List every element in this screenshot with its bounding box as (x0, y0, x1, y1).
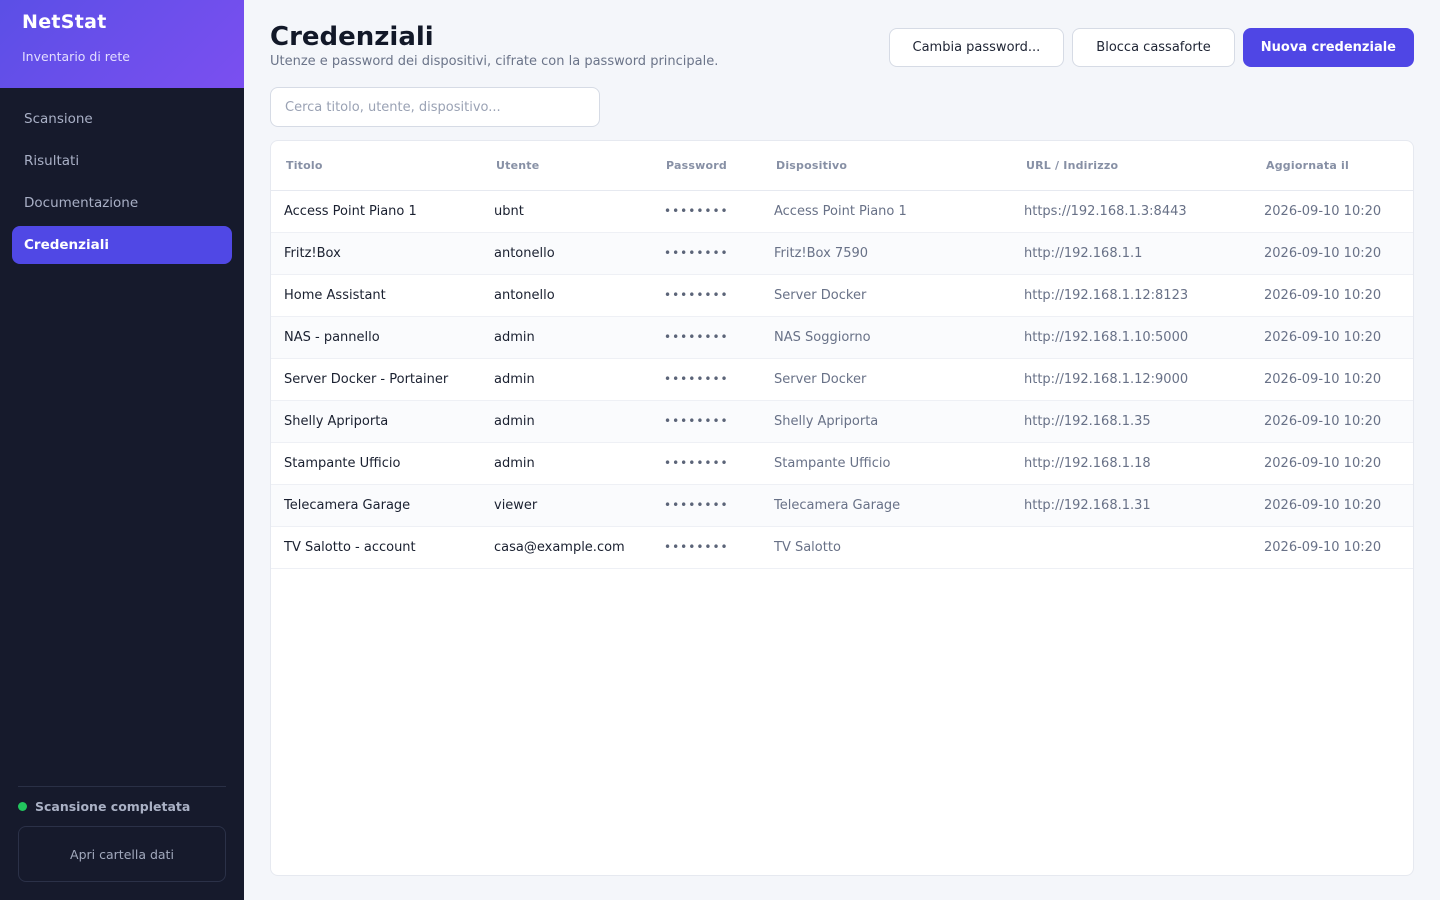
cell-device: NAS Soggiorno (761, 316, 1011, 359)
table-header-row: Titolo Utente Password Dispositivo URL /… (271, 141, 1413, 191)
lock-vault-button[interactable]: Blocca cassaforte (1072, 28, 1235, 67)
cell-password: •••••••• (651, 358, 761, 401)
cell-password: •••••••• (651, 190, 761, 233)
cell-updated: 2026-09-10 10:20 (1251, 232, 1413, 275)
cell-url: https://192.168.1.3:8443 (1011, 190, 1251, 233)
cell-updated: 2026-09-10 10:20 (1251, 442, 1413, 485)
cell-password: •••••••• (651, 316, 761, 359)
cell-title: Telecamera Garage (271, 484, 481, 527)
cell-user: casa@example.com (481, 526, 651, 569)
cell-url: http://192.168.1.12:8123 (1011, 274, 1251, 317)
credentials-table-card: Titolo Utente Password Dispositivo URL /… (270, 140, 1414, 876)
cell-updated: 2026-09-10 10:20 (1251, 316, 1413, 359)
column-header-title[interactable]: Titolo (271, 141, 481, 191)
cell-user: admin (481, 442, 651, 485)
cell-url: http://192.168.1.31 (1011, 484, 1251, 527)
table-row[interactable]: Shelly Apriporta admin •••••••• Shelly Apri… (271, 400, 1413, 443)
sidebar-item-scansione[interactable]: Scansione (12, 100, 232, 138)
cell-device: Server Docker (761, 358, 1011, 401)
cell-title: Access Point Piano 1 (271, 190, 481, 233)
cell-password: •••••••• (651, 484, 761, 527)
cell-url: http://192.168.1.35 (1011, 400, 1251, 443)
sidebar-divider (18, 786, 226, 787)
app-title: NetStat (22, 11, 107, 33)
cell-device: Fritz!Box 7590 (761, 232, 1011, 275)
cell-title: Shelly Apriporta (271, 400, 481, 443)
cell-password: •••••••• (651, 274, 761, 317)
cell-password: •••••••• (651, 232, 761, 275)
cell-url: http://192.168.1.10:5000 (1011, 316, 1251, 359)
cell-password: •••••••• (651, 442, 761, 485)
table-row[interactable]: Telecamera Garage viewer •••••••• Telecamer… (271, 484, 1413, 527)
cell-url: http://192.168.1.1 (1011, 232, 1251, 275)
page-header: Credenziali Utenze e password dei dispos… (270, 22, 1414, 69)
cell-device: Server Docker (761, 274, 1011, 317)
cell-url: http://192.168.1.12:9000 (1011, 358, 1251, 401)
cell-user: admin (481, 316, 651, 359)
column-header-device[interactable]: Dispositivo (761, 141, 1011, 191)
status-dot-icon (18, 802, 27, 811)
app-window: NetStat Inventario di rete Scansione Ris… (0, 0, 1440, 900)
app-subtitle: Inventario di rete (22, 49, 130, 64)
cell-title: Stampante Ufficio (271, 442, 481, 485)
cell-updated: 2026-09-10 10:20 (1251, 358, 1413, 401)
cell-url (1011, 526, 1251, 569)
column-header-password[interactable]: Password (651, 141, 761, 191)
cell-title: Fritz!Box (271, 232, 481, 275)
main-content: Credenziali Utenze e password dei dispos… (244, 0, 1440, 900)
sidebar-nav: Scansione Risultati Documentazione Crede… (0, 88, 244, 268)
page-heading: Credenziali Utenze e password dei dispos… (270, 22, 718, 69)
cell-device: Stampante Ufficio (761, 442, 1011, 485)
cell-device: Access Point Piano 1 (761, 190, 1011, 233)
sidebar-item-credenziali[interactable]: Credenziali (12, 226, 232, 264)
table-row[interactable]: Fritz!Box antonello •••••••• Fritz!Box 7590… (271, 232, 1413, 275)
cell-device: Shelly Apriporta (761, 400, 1011, 443)
cell-user: viewer (481, 484, 651, 527)
cell-user: admin (481, 400, 651, 443)
table-row[interactable]: Stampante Ufficio admin •••••••• Stampante … (271, 442, 1413, 485)
column-header-user[interactable]: Utente (481, 141, 651, 191)
column-header-url[interactable]: URL / Indirizzo (1011, 141, 1251, 191)
table-row[interactable]: Server Docker - Portainer admin •••••••• Se… (271, 358, 1413, 401)
page-title: Credenziali (270, 22, 434, 52)
cell-password: •••••••• (651, 526, 761, 569)
cell-user: admin (481, 358, 651, 401)
cell-title: TV Salotto - account (271, 526, 481, 569)
table-row[interactable]: Access Point Piano 1 ubnt •••••••• Access P… (271, 190, 1413, 233)
scan-status: Scansione completata (18, 799, 226, 814)
cell-updated: 2026-09-10 10:20 (1251, 190, 1413, 233)
cell-password: •••••••• (651, 400, 761, 443)
table-row[interactable]: Home Assistant antonello •••••••• Server Do… (271, 274, 1413, 317)
change-password-button[interactable]: Cambia password... (888, 28, 1065, 67)
table-row[interactable]: NAS - pannello admin •••••••• NAS Soggiorno… (271, 316, 1413, 359)
sidebar-footer: Scansione completata Apri cartella dati (0, 786, 244, 900)
cell-updated: 2026-09-10 10:20 (1251, 400, 1413, 443)
cell-title: Server Docker - Portainer (271, 358, 481, 401)
table-row[interactable]: TV Salotto - account casa@example.com ••••… (271, 526, 1413, 569)
page-subtitle: Utenze e password dei dispositivi, cifra… (270, 54, 719, 69)
cell-user: ubnt (481, 190, 651, 233)
sidebar: NetStat Inventario di rete Scansione Ris… (0, 0, 244, 900)
search-input[interactable] (270, 87, 600, 127)
cell-device: Telecamera Garage (761, 484, 1011, 527)
sidebar-item-risultati[interactable]: Risultati (12, 142, 232, 180)
credentials-table: Titolo Utente Password Dispositivo URL /… (271, 141, 1413, 569)
cell-user: antonello (481, 232, 651, 275)
column-header-updated[interactable]: Aggiornata il (1251, 141, 1413, 191)
cell-title: NAS - pannello (271, 316, 481, 359)
new-credential-button[interactable]: Nuova credenziale (1242, 28, 1414, 67)
cell-updated: 2026-09-10 10:20 (1251, 484, 1413, 527)
cell-title: Home Assistant (271, 274, 481, 317)
cell-device: TV Salotto (761, 526, 1011, 569)
sidebar-item-documentazione[interactable]: Documentazione (12, 184, 232, 222)
open-data-folder-button[interactable]: Apri cartella dati (18, 826, 226, 882)
cell-url: http://192.168.1.18 (1011, 442, 1251, 485)
brand-header: NetStat Inventario di rete (0, 0, 244, 88)
cell-updated: 2026-09-10 10:20 (1251, 526, 1413, 569)
header-actions: Cambia password... Blocca cassaforte Nuo… (888, 22, 1414, 67)
cell-updated: 2026-09-10 10:20 (1251, 274, 1413, 317)
cell-user: antonello (481, 274, 651, 317)
scan-status-text: Scansione completata (35, 799, 191, 814)
